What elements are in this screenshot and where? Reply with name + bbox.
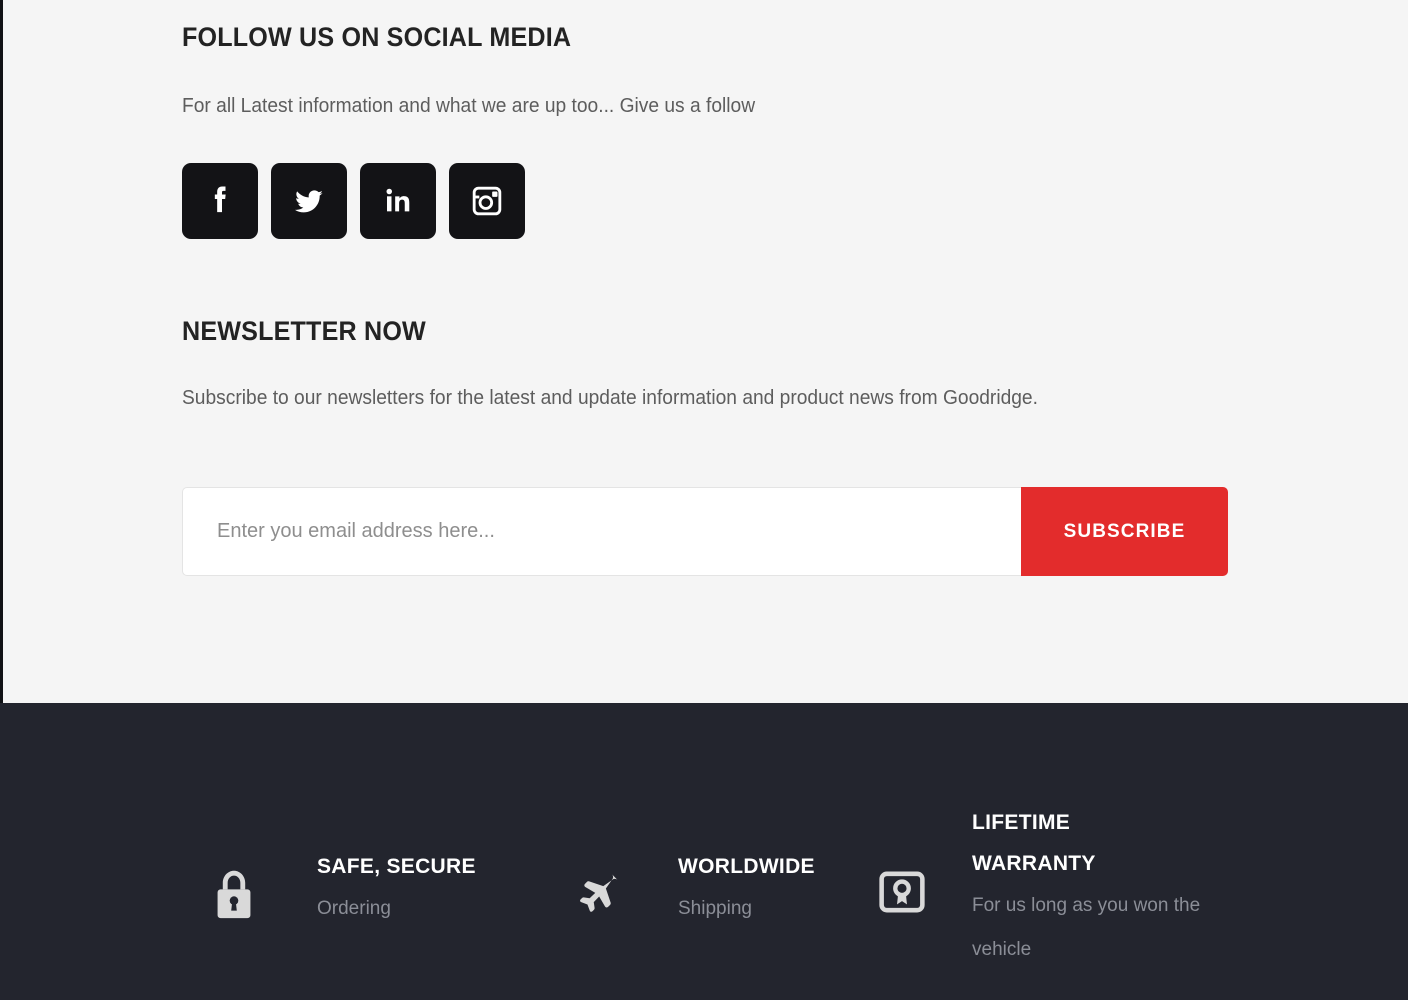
trust-badge-subtitle: Ordering: [317, 898, 391, 919]
trust-badge-subtitle: For us long as you won the vehicle: [972, 895, 1201, 960]
trust-badge-lifetime-warranty: LIFETIME WARRANTY For us long as you won…: [874, 802, 1222, 972]
trust-badge-subtitle: Shipping: [678, 898, 752, 919]
trust-badge-worldwide: WORLDWIDE Shipping: [566, 846, 815, 931]
airplane-icon: [566, 866, 628, 924]
lock-icon: [205, 864, 263, 926]
trust-badge-text: LIFETIME WARRANTY For us long as you won…: [972, 802, 1222, 972]
trust-badge-title: LIFETIME WARRANTY: [972, 811, 1096, 875]
warranty-certificate-icon: [874, 864, 930, 920]
newsletter-heading: NEWSLETTER NOW: [182, 316, 426, 346]
trust-badges: SAFE, SECURE Ordering WORLDWIDE Shipping…: [0, 0, 1408, 960]
trust-badge-safe-secure: SAFE, SECURE Ordering: [205, 846, 476, 931]
page-left-border: [0, 0, 3, 703]
subscribe-button[interactable]: SUBSCRIBE: [1021, 487, 1228, 576]
trust-badge-title: WORLDWIDE: [678, 855, 815, 878]
newsletter-subscribe-form: SUBSCRIBE: [182, 487, 1228, 576]
trust-badge-title: SAFE, SECURE: [317, 855, 476, 878]
trust-badge-text: SAFE, SECURE Ordering: [317, 846, 476, 931]
newsletter-subtitle: Subscribe to our newsletters for the lat…: [182, 387, 1038, 409]
trust-badge-text: WORLDWIDE Shipping: [678, 846, 815, 931]
email-input[interactable]: [182, 487, 1021, 576]
